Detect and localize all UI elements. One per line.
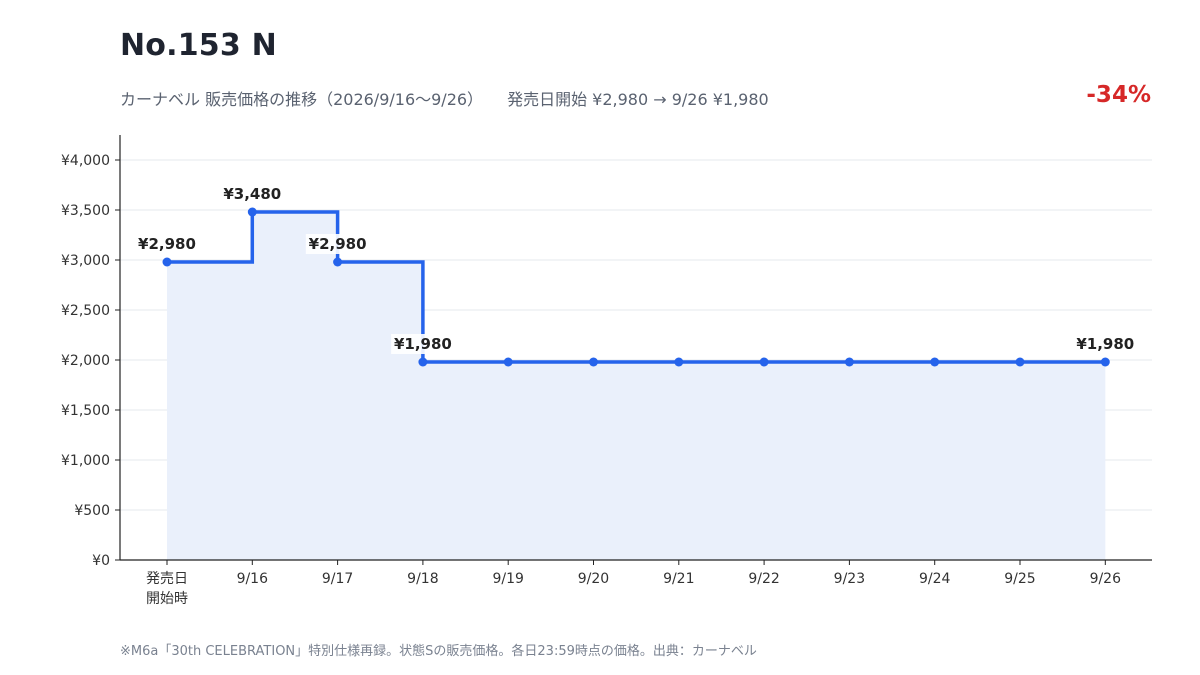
data-point xyxy=(162,257,172,267)
y-tick-label: ¥2,000 xyxy=(61,353,110,369)
data-point xyxy=(844,357,854,367)
x-tick-label: 9/18 xyxy=(407,571,438,587)
x-tick-label-line: 9/16 xyxy=(237,571,269,587)
x-tick-label: 9/25 xyxy=(1004,571,1035,587)
data-label: ¥2,980 xyxy=(309,235,367,253)
data-label: ¥1,980 xyxy=(394,335,452,353)
x-tick-label-line: 9/22 xyxy=(748,571,779,587)
x-tick-label-line: 9/26 xyxy=(1090,571,1122,587)
data-point xyxy=(1100,357,1110,367)
data-point xyxy=(503,357,513,367)
y-tick-label: ¥1,500 xyxy=(61,403,110,419)
y-tick-label: ¥4,000 xyxy=(61,153,110,169)
x-tick-label-line: 9/20 xyxy=(578,571,609,587)
x-tick-label-line: 発売日 xyxy=(146,571,188,587)
data-point xyxy=(930,357,940,367)
data-label: ¥3,480 xyxy=(223,185,281,203)
x-tick-label: 9/22 xyxy=(748,571,779,587)
data-point xyxy=(1015,357,1025,367)
x-tick-label-line: 9/17 xyxy=(322,571,353,587)
x-tick-label: 9/26 xyxy=(1090,571,1122,587)
price-step-chart: ¥0 ¥500 ¥1,000 ¥1,500 ¥2,000 ¥2,500 ¥3,000 ¥3,5… xyxy=(61,135,1152,607)
x-tick-label: 発売日開始時 xyxy=(146,571,188,607)
y-tick-label: ¥0 xyxy=(92,553,110,569)
data-point xyxy=(333,257,343,267)
y-tick-label: ¥3,500 xyxy=(61,203,110,219)
data-point xyxy=(247,207,257,217)
data-point xyxy=(759,357,769,367)
x-tick-label-line: 9/21 xyxy=(663,571,694,587)
data-label: ¥2,980 xyxy=(138,235,196,253)
footnote: ※M6a「30th CELEBRATION」特別仕様再録。状態Sの販売価格。各日… xyxy=(120,644,757,659)
data-point xyxy=(589,357,598,367)
x-tick-label-line: 9/18 xyxy=(407,571,438,587)
price-area xyxy=(167,212,1106,560)
data-point xyxy=(674,357,684,367)
x-tick-label-line: 開始時 xyxy=(146,591,188,607)
y-tick-label: ¥500 xyxy=(74,503,110,519)
x-tick-label: 9/20 xyxy=(578,571,609,587)
x-tick-label-line: 9/24 xyxy=(919,571,951,587)
x-tick-label: 9/16 xyxy=(237,571,269,587)
y-tick-label: ¥2,500 xyxy=(61,303,110,319)
x-tick-label: 9/19 xyxy=(492,571,523,587)
data-point xyxy=(418,357,428,367)
data-label: ¥1,980 xyxy=(1076,335,1134,353)
x-tick-label: 9/24 xyxy=(919,571,951,587)
x-tick-label-line: 9/19 xyxy=(492,571,523,587)
y-tick-label: ¥3,000 xyxy=(61,253,110,269)
x-tick-label: 9/17 xyxy=(322,571,353,587)
x-tick-label: 9/21 xyxy=(663,571,694,587)
x-tick-label: 9/23 xyxy=(834,571,865,587)
x-tick-label-line: 9/23 xyxy=(834,571,865,587)
y-tick-label: ¥1,000 xyxy=(61,453,110,469)
x-tick-label-line: 9/25 xyxy=(1004,571,1035,587)
